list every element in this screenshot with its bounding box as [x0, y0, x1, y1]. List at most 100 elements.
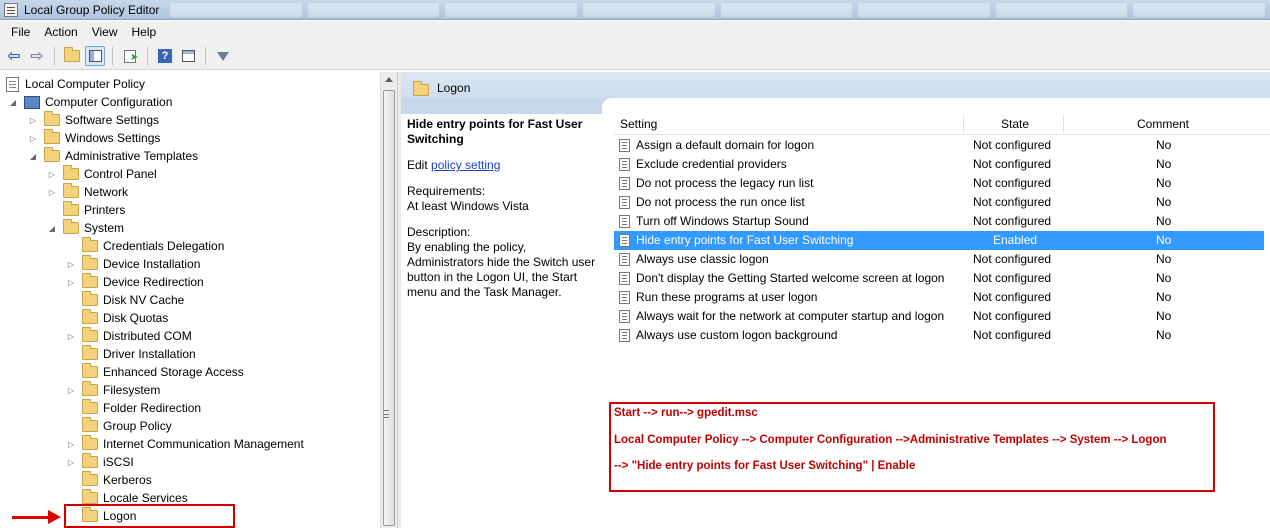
- tree-item-system-child[interactable]: Enhanced Storage Access: [66, 363, 244, 381]
- cell-state: Not configured: [973, 176, 1052, 190]
- tree-item-system-child[interactable]: Group Policy: [66, 417, 172, 435]
- cell-comment: No: [1156, 195, 1172, 209]
- expand-triangle-icon[interactable]: ▷: [28, 116, 38, 125]
- column-header-comment[interactable]: Comment: [1137, 117, 1189, 131]
- menu-help[interactable]: Help: [125, 25, 164, 39]
- scrollbar-thumb[interactable]: [383, 90, 395, 526]
- annotation-line-2: Local Computer Policy --> Computer Confi…: [614, 434, 1167, 446]
- collapse-triangle-icon[interactable]: ◢: [8, 98, 18, 107]
- requirements-value: At least Windows Vista: [407, 199, 529, 213]
- console-tree-icon: [88, 50, 102, 62]
- tree-item-computer-configuration[interactable]: ◢ Computer Configuration: [8, 93, 172, 111]
- table-row[interactable]: Turn off Windows Startup Sound Not config…: [614, 212, 1264, 231]
- extended-description: Hide entry points for Fast User Switchin…: [407, 117, 605, 300]
- expand-triangle-icon[interactable]: ▷: [66, 278, 76, 287]
- tree-item-printers[interactable]: Printers: [47, 201, 125, 219]
- expand-triangle-icon[interactable]: ▷: [66, 440, 76, 449]
- toolbar-separator: [147, 47, 148, 65]
- table-row[interactable]: Don't display the Getting Started welcom…: [614, 269, 1264, 288]
- blurred-taskbar-tabs: [170, 3, 1265, 17]
- folder-icon: [63, 183, 79, 198]
- table-row[interactable]: Always wait for the network at computer …: [614, 307, 1264, 326]
- tree-item-system-child[interactable]: ▷ Device Installation: [66, 255, 200, 273]
- expand-triangle-icon[interactable]: ▷: [66, 332, 76, 341]
- tree-item-local-computer-policy[interactable]: Local Computer Policy: [6, 75, 145, 93]
- tree-item-system-child[interactable]: ▷ Device Redirection: [66, 273, 204, 291]
- tree-item-system-child[interactable]: Folder Redirection: [66, 399, 201, 417]
- filter-icon: [217, 51, 229, 61]
- menu-view[interactable]: View: [85, 25, 125, 39]
- expand-triangle-icon[interactable]: ▷: [47, 170, 57, 179]
- toolbar-separator: [205, 47, 206, 65]
- tree-item-system-child[interactable]: Disk Quotas: [66, 309, 168, 327]
- expand-triangle-icon[interactable]: ▷: [28, 134, 38, 143]
- policy-setting-icon: [619, 234, 630, 247]
- collapse-triangle-icon[interactable]: ◢: [47, 224, 57, 233]
- cell-comment: No: [1156, 252, 1172, 266]
- tree-item-system-child[interactable]: ▷ Internet Communication Management: [66, 435, 304, 453]
- back-button[interactable]: ⇦: [4, 46, 24, 66]
- tree-item-system-child[interactable]: ▷ Distributed COM: [66, 327, 192, 345]
- policy-setting-icon: [619, 139, 630, 152]
- expand-triangle-icon[interactable]: ▷: [66, 458, 76, 467]
- collapse-triangle-icon[interactable]: ◢: [28, 152, 38, 161]
- tree-item-system-child[interactable]: ▷ iSCSI: [66, 453, 134, 471]
- folder-icon: [82, 453, 98, 468]
- folder-icon: [44, 147, 60, 162]
- folder-icon: [82, 273, 98, 288]
- description-text: By enabling the policy, Administrators h…: [407, 240, 596, 299]
- tree-item-system-child[interactable]: Credentials Delegation: [66, 237, 224, 255]
- export-list-button[interactable]: ➤: [120, 46, 140, 66]
- expand-triangle-icon[interactable]: ▷: [47, 188, 57, 197]
- menu-action[interactable]: Action: [37, 25, 84, 39]
- tree-item-system[interactable]: ◢ System: [47, 219, 124, 237]
- menu-file[interactable]: File: [4, 25, 37, 39]
- folder-icon: [82, 309, 98, 324]
- table-row[interactable]: Assign a default domain for logon Not con…: [614, 136, 1264, 155]
- forward-button[interactable]: ⇨: [27, 46, 47, 66]
- table-row[interactable]: Do not process the legacy run list Not co…: [614, 174, 1264, 193]
- tree-item-network[interactable]: ▷ Network: [47, 183, 128, 201]
- column-header-state[interactable]: State: [1001, 117, 1029, 131]
- expand-triangle-icon[interactable]: ▷: [66, 260, 76, 269]
- show-hide-tree-button[interactable]: [85, 46, 105, 66]
- tree-item-software-settings[interactable]: ▷ Software Settings: [28, 111, 159, 129]
- folder-icon: [63, 219, 79, 234]
- table-row[interactable]: Do not process the run once list Not conf…: [614, 193, 1264, 212]
- table-row[interactable]: Run these programs at user logon Not conf…: [614, 288, 1264, 307]
- cell-setting: Do not process the legacy run list: [636, 176, 814, 190]
- table-row[interactable]: Always use classic logon Not configured No: [614, 250, 1264, 269]
- folder-icon: [82, 471, 98, 486]
- table-row[interactable]: Always use custom logon background Not co…: [614, 326, 1264, 345]
- filter-button[interactable]: [213, 46, 233, 66]
- column-header-setting[interactable]: Setting: [620, 117, 657, 131]
- back-arrow-icon: ⇦: [7, 48, 21, 65]
- cell-setting: Run these programs at user logon: [636, 290, 818, 304]
- tree-item-control-panel[interactable]: ▷ Control Panel: [47, 165, 157, 183]
- up-one-level-button[interactable]: [62, 46, 82, 66]
- table-row[interactable]: Exclude credential providers Not configur…: [614, 155, 1264, 174]
- cell-comment: No: [1156, 309, 1172, 323]
- tree-item-administrative-templates[interactable]: ◢ Administrative Templates: [28, 147, 198, 165]
- tree-item-system-child[interactable]: Kerberos: [66, 471, 152, 489]
- folder-icon: [82, 327, 98, 342]
- edit-policy-setting-link[interactable]: policy setting: [431, 158, 500, 172]
- requirements-label: Requirements:: [407, 184, 486, 198]
- cell-setting: Always use custom logon background: [636, 328, 838, 342]
- tree-item-system-child[interactable]: Driver Installation: [66, 345, 196, 363]
- folder-icon: [82, 345, 98, 360]
- tree-item-windows-settings[interactable]: ▷ Windows Settings: [28, 129, 160, 147]
- properties-button[interactable]: [178, 46, 198, 66]
- standard-tab-area: [602, 98, 1270, 114]
- expand-triangle-icon[interactable]: ▷: [66, 386, 76, 395]
- tree-item-system-child[interactable]: Disk NV Cache: [66, 291, 184, 309]
- folder-icon: [82, 255, 98, 270]
- folder-icon: [82, 381, 98, 396]
- scroll-up-arrow-icon[interactable]: [385, 77, 393, 82]
- help-button[interactable]: ?: [155, 46, 175, 66]
- tree-vertical-scrollbar[interactable]: [380, 72, 397, 528]
- table-row[interactable]: Hide entry points for Fast User Switchin…: [614, 231, 1264, 250]
- cell-setting: Do not process the run once list: [636, 195, 805, 209]
- cell-state: Not configured: [973, 309, 1052, 323]
- tree-item-system-child[interactable]: ▷ Filesystem: [66, 381, 160, 399]
